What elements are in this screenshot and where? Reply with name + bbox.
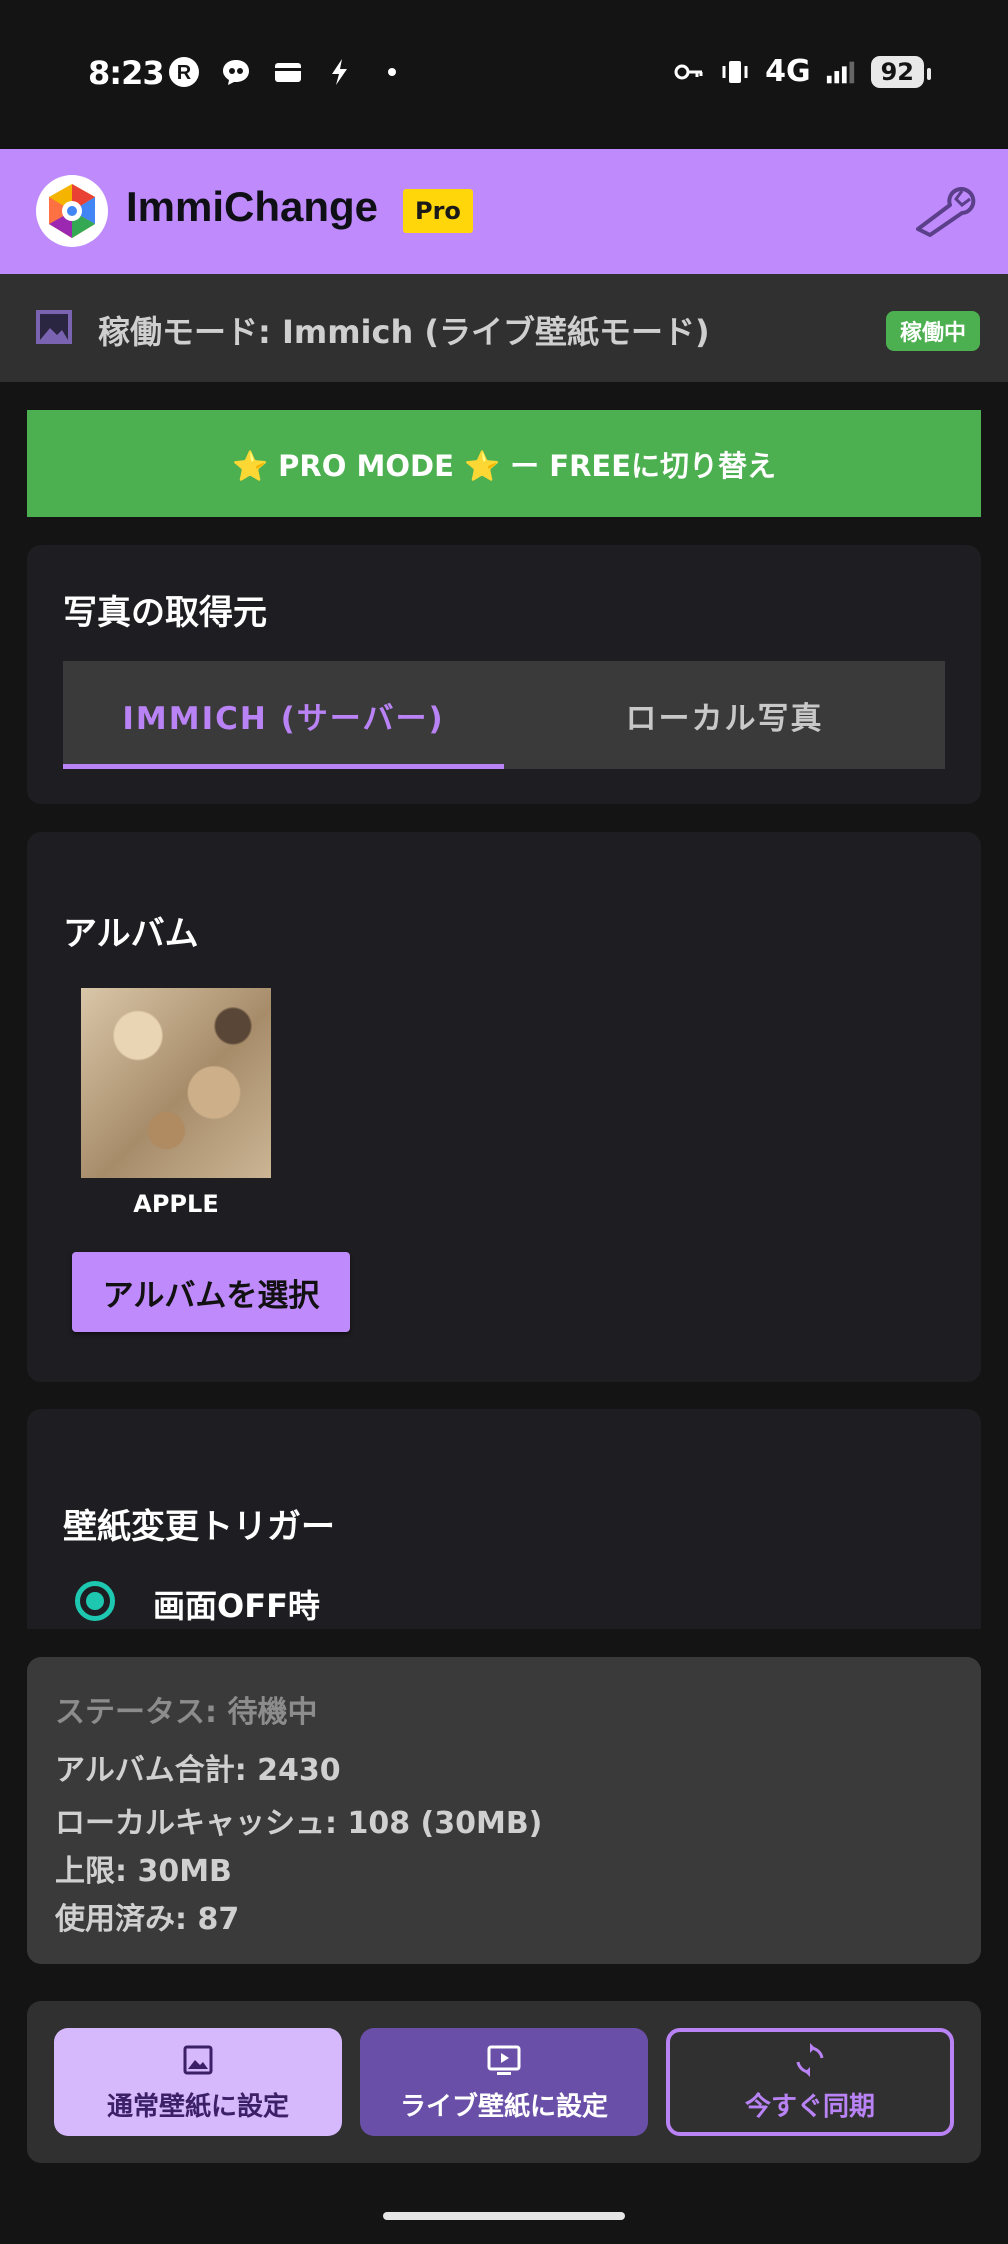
status-time: 8:23 — [88, 54, 165, 92]
running-badge: 稼働中 — [885, 311, 980, 351]
app-bar: ImmiChange Pro — [0, 149, 1008, 274]
screen-off-radio[interactable] — [75, 1581, 115, 1621]
app-title: ImmiChange — [126, 183, 379, 230]
pro-badge: Pro — [403, 189, 473, 233]
trigger-title: 壁紙変更トリガー — [63, 1507, 335, 1547]
set-normal-wallpaper-label: 通常壁紙に設定 — [106, 2091, 289, 2122]
set-live-wallpaper-button[interactable]: ライブ壁紙に設定 — [360, 2028, 648, 2136]
local-cache: ローカルキャッシュ: 108 (30MB) — [55, 1806, 543, 1841]
signal-icon — [825, 56, 857, 88]
pro-mode-toggle-button[interactable]: ⭐ PRO MODE ⭐ ー FREEに切り替え — [27, 410, 981, 517]
wallpaper-trigger-card: 壁紙変更トリガー 画面OFF時 — [27, 1409, 981, 1629]
chat-icon — [220, 56, 252, 88]
status-state: ステータス: 待機中 — [55, 1695, 318, 1730]
mode-bar: 稼働モード: Immich (ライブ壁紙モード) 稼働中 — [0, 274, 1008, 382]
image-icon — [34, 308, 74, 346]
photo-source-card: 写真の取得元 IMMICH (サーバー) ローカル写真 — [27, 545, 981, 804]
album-card: アルバム APPLE アルバムを選択 — [27, 832, 981, 1382]
status-panel: ステータス: 待機中 アルバム合計: 2430 ローカルキャッシュ: 108 (… — [27, 1657, 981, 1964]
album-total: アルバム合計: 2430 — [55, 1753, 341, 1788]
cache-used: 使用済み: 87 — [55, 1902, 240, 1937]
wrench-icon[interactable] — [912, 185, 978, 237]
screen-off-label: 画面OFF時 — [153, 1587, 320, 1625]
mode-status-text: 稼働モード: Immich (ライブ壁紙モード) — [98, 313, 710, 351]
tab-immich-server[interactable]: IMMICH (サーバー) — [63, 661, 504, 769]
sync-icon — [796, 2042, 824, 2077]
dot-icon — [376, 56, 408, 88]
svg-text:R: R — [177, 62, 192, 84]
battery-indicator: 92 — [870, 55, 932, 88]
image-icon — [183, 2045, 213, 2074]
wallet-icon — [272, 56, 304, 88]
sync-now-label: 今すぐ同期 — [744, 2091, 875, 2122]
sync-now-button[interactable]: 今すぐ同期 — [666, 2028, 954, 2136]
select-album-button[interactable]: アルバムを選択 — [72, 1252, 350, 1332]
photo-source-title: 写真の取得元 — [63, 593, 267, 633]
r-app-icon: R — [168, 56, 200, 88]
play-screen-icon — [487, 2045, 521, 2075]
vibrate-icon — [719, 56, 751, 88]
album-title: アルバム — [63, 914, 199, 954]
app-logo — [36, 175, 108, 247]
bolt-icon — [324, 56, 356, 88]
set-normal-wallpaper-button[interactable]: 通常壁紙に設定 — [54, 2028, 342, 2136]
album-thumbnail[interactable] — [81, 988, 271, 1178]
cache-limit: 上限: 30MB — [55, 1854, 232, 1889]
status-bar: 8:23 R 4G 92 — [0, 0, 1008, 149]
home-indicator[interactable] — [383, 2212, 625, 2220]
network-type: 4G — [765, 54, 811, 89]
set-live-wallpaper-label: ライブ壁紙に設定 — [399, 2091, 608, 2122]
tab-local-photos[interactable]: ローカル写真 — [504, 661, 945, 769]
source-tabs: IMMICH (サーバー) ローカル写真 — [63, 661, 945, 769]
vpn-key-icon — [673, 56, 705, 88]
album-name-label: APPLE — [133, 1190, 219, 1218]
action-bar: 通常壁紙に設定 ライブ壁紙に設定 今すぐ同期 — [27, 2001, 981, 2163]
